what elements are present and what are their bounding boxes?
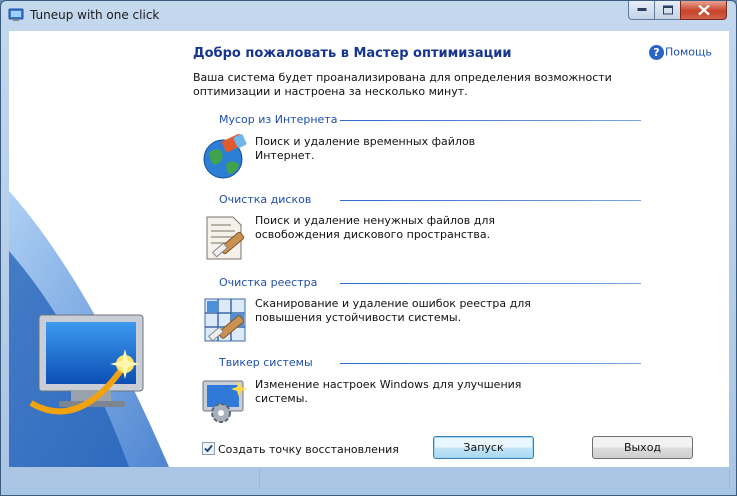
section-text-disk: Поиск и удаление ненужных файлов для осв…	[255, 214, 535, 242]
close-icon	[697, 4, 710, 16]
minimize-button[interactable]	[628, 1, 655, 20]
section-text-internet: Поиск и удаление временных файлов Интерн…	[255, 135, 535, 163]
section-text-line: освобождения дискового пространства.	[255, 228, 491, 241]
checkmark-icon	[204, 444, 213, 453]
help-label: Помощь	[665, 45, 712, 59]
help-icon: ?	[649, 45, 664, 60]
app-icon	[8, 8, 24, 21]
section-title-tweaker: Твикер системы	[219, 356, 313, 369]
status-segment	[259, 469, 730, 488]
minimize-icon	[637, 8, 646, 11]
section-text-registry: Сканирование и удаление ошибок реестра д…	[255, 297, 535, 325]
status-segment	[9, 469, 260, 488]
maximize-button[interactable]	[654, 1, 681, 20]
restore-point-checkbox[interactable]: Создать точку восстановления	[202, 442, 399, 456]
monitor-gear-icon	[202, 380, 247, 423]
section-title-registry: Очистка реестра	[219, 276, 318, 289]
section-text-line: Изменение настроек Windows для улучшения	[255, 378, 522, 391]
section-text-tweaker: Изменение настроек Windows для улучшения…	[255, 378, 535, 406]
status-bar	[9, 469, 730, 491]
section-title-disk: Очистка дисков	[219, 193, 312, 206]
help-link[interactable]: ? Помощь	[649, 45, 712, 60]
checkbox-box[interactable]	[202, 442, 215, 455]
close-button[interactable]	[680, 1, 727, 20]
window-title: Tuneup with one click	[30, 8, 160, 22]
section-divider	[340, 120, 641, 121]
globe-eraser-icon	[203, 133, 247, 179]
section-divider	[340, 283, 641, 284]
document-brush-icon	[206, 216, 245, 260]
wizard-content: Добро пожаловать в Мастер оптимизации ? П…	[9, 31, 729, 467]
app-window: Tuneup with one click Добро пожаловать в…	[0, 0, 737, 496]
section-text-line: Сканирование и удаление ошибок реестра д…	[255, 297, 531, 310]
registry-brush-icon	[204, 298, 246, 342]
intro-text: Ваша система будет проанализирована для …	[193, 71, 612, 98]
section-title-internet: Мусор из Интернета	[219, 113, 338, 126]
page-title: Добро пожаловать в Мастер оптимизации	[193, 46, 512, 61]
section-text-line: повышения устойчивости системы.	[255, 311, 462, 324]
restore-point-label: Создать точку восстановления	[218, 443, 399, 456]
section-text-line: Интернет.	[255, 149, 315, 162]
section-text-line: системы.	[255, 392, 308, 405]
exit-button[interactable]: Выход	[592, 436, 693, 459]
monitor-wand-illustration	[9, 191, 169, 467]
section-text-line: Поиск и удаление ненужных файлов для	[255, 214, 495, 227]
section-divider	[340, 363, 641, 364]
title-bar[interactable]: Tuneup with one click	[1, 1, 736, 31]
start-button[interactable]: Запуск	[433, 436, 534, 459]
section-text-line: Поиск и удаление временных файлов	[255, 135, 476, 148]
section-divider	[340, 200, 641, 201]
maximize-icon	[662, 5, 673, 15]
